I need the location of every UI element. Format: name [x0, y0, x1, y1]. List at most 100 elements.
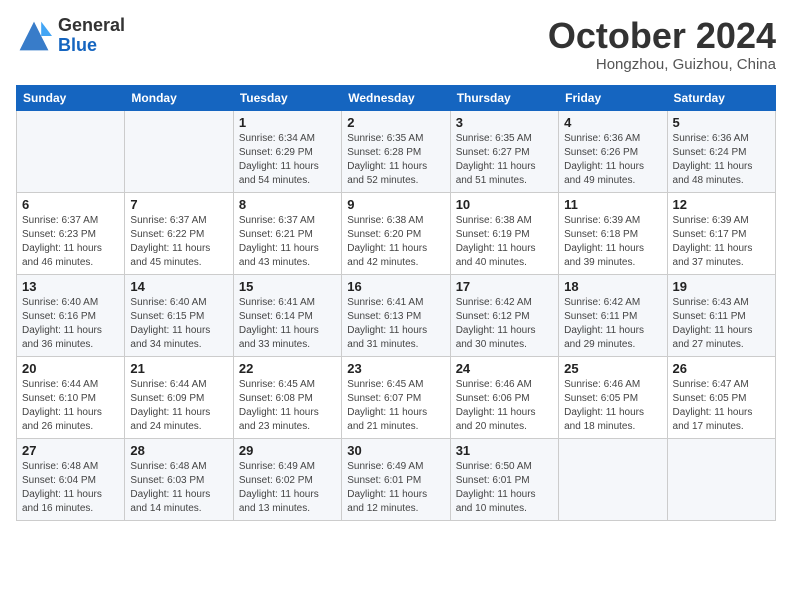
title-block: October 2024 Hongzhou, Guizhou, China [548, 16, 776, 73]
calendar-cell: 28 Sunrise: 6:48 AMSunset: 6:03 PMDayligh… [125, 438, 233, 520]
day-details: Sunrise: 6:35 AMSunset: 6:27 PMDaylight:… [456, 132, 553, 188]
logo: General Blue [16, 16, 125, 56]
day-details: Sunrise: 6:50 AMSunset: 6:01 PMDaylight:… [456, 460, 553, 516]
calendar-cell: 25 Sunrise: 6:46 AMSunset: 6:05 PMDayligh… [559, 356, 667, 438]
calendar-cell: 19 Sunrise: 6:43 AMSunset: 6:11 PMDayligh… [667, 274, 775, 356]
day-details: Sunrise: 6:43 AMSunset: 6:11 PMDaylight:… [673, 296, 770, 352]
logo-blue: Blue [58, 36, 125, 56]
calendar-cell: 31 Sunrise: 6:50 AMSunset: 6:01 PMDayligh… [450, 438, 558, 520]
calendar-cell: 2Sunrise: 6:35 AMSunset: 6:28 PMDaylight… [342, 110, 450, 192]
calendar-cell: 17 Sunrise: 6:42 AMSunset: 6:12 PMDayligh… [450, 274, 558, 356]
calendar-cell: 14Sunrise: 6:40 AMSunset: 6:15 PMDayligh… [125, 274, 233, 356]
calendar-cell: 29Sunrise: 6:49 AMSunset: 6:02 PMDayligh… [233, 438, 341, 520]
week-row-4: 20 Sunrise: 6:44 AMSunset: 6:10 PMDayligh… [17, 356, 776, 438]
calendar-cell: 4 Sunrise: 6:36 AMSunset: 6:26 PMDaylight… [559, 110, 667, 192]
day-number: 27 [22, 443, 119, 458]
day-details: Sunrise: 6:46 AMSunset: 6:06 PMDaylight:… [456, 378, 553, 434]
day-header-tuesday: Tuesday [233, 85, 341, 110]
day-number: 5 [673, 115, 770, 130]
day-details: Sunrise: 6:45 AMSunset: 6:08 PMDaylight:… [239, 378, 336, 434]
calendar-cell: 10Sunrise: 6:38 AMSunset: 6:19 PMDayligh… [450, 192, 558, 274]
calendar-header: SundayMondayTuesdayWednesdayThursdayFrid… [17, 85, 776, 110]
day-details: Sunrise: 6:44 AMSunset: 6:09 PMDaylight:… [130, 378, 227, 434]
day-number: 4 [564, 115, 661, 130]
week-row-2: 6 Sunrise: 6:37 AMSunset: 6:23 PMDaylight… [17, 192, 776, 274]
calendar-cell: 16 Sunrise: 6:41 AMSunset: 6:13 PMDayligh… [342, 274, 450, 356]
day-number: 22 [239, 361, 336, 376]
day-number: 12 [673, 197, 770, 212]
calendar-cell: 6 Sunrise: 6:37 AMSunset: 6:23 PMDaylight… [17, 192, 125, 274]
day-details: Sunrise: 6:46 AMSunset: 6:05 PMDaylight:… [564, 378, 661, 434]
calendar-cell: 13Sunrise: 6:40 AMSunset: 6:16 PMDayligh… [17, 274, 125, 356]
day-number: 3 [456, 115, 553, 130]
month-title: October 2024 [548, 16, 776, 56]
day-number: 14 [130, 279, 227, 294]
calendar-cell: 27Sunrise: 6:48 AMSunset: 6:04 PMDayligh… [17, 438, 125, 520]
day-number: 1 [239, 115, 336, 130]
day-details: Sunrise: 6:42 AMSunset: 6:11 PMDaylight:… [564, 296, 661, 352]
calendar-cell: 1 Sunrise: 6:34 AMSunset: 6:29 PMDaylight… [233, 110, 341, 192]
day-details: Sunrise: 6:34 AMSunset: 6:29 PMDaylight:… [239, 132, 336, 188]
day-details: Sunrise: 6:37 AMSunset: 6:23 PMDaylight:… [22, 214, 119, 270]
calendar-body: 1 Sunrise: 6:34 AMSunset: 6:29 PMDaylight… [17, 110, 776, 520]
day-header-friday: Friday [559, 85, 667, 110]
calendar-cell: 7 Sunrise: 6:37 AMSunset: 6:22 PMDaylight… [125, 192, 233, 274]
day-number: 15 [239, 279, 336, 294]
calendar-cell: 30Sunrise: 6:49 AMSunset: 6:01 PMDayligh… [342, 438, 450, 520]
day-number: 6 [22, 197, 119, 212]
calendar-cell [17, 110, 125, 192]
logo-icon [16, 18, 52, 54]
week-row-3: 13Sunrise: 6:40 AMSunset: 6:16 PMDayligh… [17, 274, 776, 356]
calendar-cell: 15Sunrise: 6:41 AMSunset: 6:14 PMDayligh… [233, 274, 341, 356]
calendar-cell: 26 Sunrise: 6:47 AMSunset: 6:05 PMDayligh… [667, 356, 775, 438]
day-details: Sunrise: 6:39 AMSunset: 6:18 PMDaylight:… [564, 214, 661, 270]
calendar-cell: 9 Sunrise: 6:38 AMSunset: 6:20 PMDaylight… [342, 192, 450, 274]
calendar-cell [125, 110, 233, 192]
day-details: Sunrise: 6:45 AMSunset: 6:07 PMDaylight:… [347, 378, 444, 434]
day-details: Sunrise: 6:44 AMSunset: 6:10 PMDaylight:… [22, 378, 119, 434]
day-details: Sunrise: 6:49 AMSunset: 6:01 PMDaylight:… [347, 460, 444, 516]
day-number: 7 [130, 197, 227, 212]
day-details: Sunrise: 6:48 AMSunset: 6:03 PMDaylight:… [130, 460, 227, 516]
calendar-cell: 22 Sunrise: 6:45 AMSunset: 6:08 PMDayligh… [233, 356, 341, 438]
day-details: Sunrise: 6:39 AMSunset: 6:17 PMDaylight:… [673, 214, 770, 270]
day-number: 28 [130, 443, 227, 458]
logo-text: General Blue [58, 16, 125, 56]
day-header-thursday: Thursday [450, 85, 558, 110]
calendar-cell: 18 Sunrise: 6:42 AMSunset: 6:11 PMDayligh… [559, 274, 667, 356]
calendar-cell: 24 Sunrise: 6:46 AMSunset: 6:06 PMDayligh… [450, 356, 558, 438]
location-subtitle: Hongzhou, Guizhou, China [548, 56, 776, 73]
calendar-cell [559, 438, 667, 520]
day-number: 11 [564, 197, 661, 212]
calendar-cell: 8Sunrise: 6:37 AMSunset: 6:21 PMDaylight… [233, 192, 341, 274]
day-details: Sunrise: 6:42 AMSunset: 6:12 PMDaylight:… [456, 296, 553, 352]
day-details: Sunrise: 6:41 AMSunset: 6:13 PMDaylight:… [347, 296, 444, 352]
day-number: 31 [456, 443, 553, 458]
day-number: 24 [456, 361, 553, 376]
day-number: 20 [22, 361, 119, 376]
day-number: 18 [564, 279, 661, 294]
calendar-cell: 11 Sunrise: 6:39 AMSunset: 6:18 PMDayligh… [559, 192, 667, 274]
day-number: 17 [456, 279, 553, 294]
logo-general: General [58, 16, 125, 36]
day-header-monday: Monday [125, 85, 233, 110]
day-number: 21 [130, 361, 227, 376]
day-details: Sunrise: 6:40 AMSunset: 6:16 PMDaylight:… [22, 296, 119, 352]
day-number: 23 [347, 361, 444, 376]
day-number: 8 [239, 197, 336, 212]
week-row-5: 27Sunrise: 6:48 AMSunset: 6:04 PMDayligh… [17, 438, 776, 520]
day-number: 26 [673, 361, 770, 376]
day-details: Sunrise: 6:47 AMSunset: 6:05 PMDaylight:… [673, 378, 770, 434]
day-header-wednesday: Wednesday [342, 85, 450, 110]
day-number: 29 [239, 443, 336, 458]
day-details: Sunrise: 6:38 AMSunset: 6:19 PMDaylight:… [456, 214, 553, 270]
day-number: 9 [347, 197, 444, 212]
day-number: 25 [564, 361, 661, 376]
day-details: Sunrise: 6:36 AMSunset: 6:26 PMDaylight:… [564, 132, 661, 188]
day-number: 16 [347, 279, 444, 294]
day-number: 19 [673, 279, 770, 294]
week-row-1: 1 Sunrise: 6:34 AMSunset: 6:29 PMDaylight… [17, 110, 776, 192]
day-details: Sunrise: 6:38 AMSunset: 6:20 PMDaylight:… [347, 214, 444, 270]
day-details: Sunrise: 6:37 AMSunset: 6:22 PMDaylight:… [130, 214, 227, 270]
page-header: General Blue October 2024 Hongzhou, Guiz… [16, 16, 776, 73]
